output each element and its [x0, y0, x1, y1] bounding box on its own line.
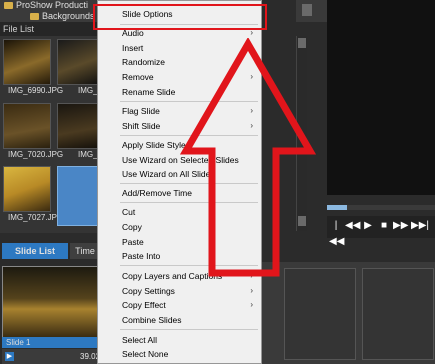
menu-item-label: Copy Settings: [122, 286, 175, 296]
tree-item-proshow[interactable]: ProShow Producti: [4, 0, 88, 11]
tree-item-backgrounds[interactable]: Backgrounds: [30, 11, 95, 22]
skip-to-end-button[interactable]: ▶▶|: [411, 218, 429, 234]
fast-forward-button[interactable]: ▶▶: [393, 218, 408, 234]
menu-item-label: Randomize: [122, 57, 165, 67]
menu-item-copy-settings[interactable]: Copy Settings ›: [98, 284, 261, 298]
menu-item-label: Remove: [122, 72, 154, 82]
slide-thumbnail[interactable]: [2, 266, 100, 338]
tab-timeline[interactable]: Time: [70, 243, 100, 259]
folder-icon: [4, 2, 13, 10]
transport-controls: |◀◀ ◀◀ ▶ ■ ▶▶ ▶▶|: [327, 216, 435, 247]
file-list-panel: IMG_6990.JPG IMG_7 IMG_7020.JPG IMG_7 IM…: [0, 36, 102, 233]
slide-name: Slide 1: [6, 338, 31, 347]
file-thumbnail-selected[interactable]: [57, 166, 101, 226]
empty-slide-slot[interactable]: [362, 268, 434, 360]
file-thumbnail[interactable]: [57, 103, 101, 149]
highlight-box: [93, 4, 267, 30]
tab-slide-list[interactable]: Slide List: [2, 243, 68, 259]
tree-item-label: ProShow Producti: [16, 0, 89, 10]
seek-bar-fill: [327, 205, 347, 210]
annotation-arrow: [180, 38, 316, 277]
menu-item-label: Select All: [122, 335, 157, 345]
file-thumbnail[interactable]: [3, 166, 51, 212]
menu-separator: [120, 329, 258, 330]
up-arrow-icon: [180, 38, 316, 277]
file-name: IMG_7020.JPG: [8, 150, 64, 159]
menu-item-label: Combine Slides: [122, 315, 182, 325]
file-thumbnail[interactable]: [3, 39, 51, 85]
menu-item-label: Select None: [122, 349, 169, 359]
skip-to-start-button[interactable]: |◀◀: [329, 218, 344, 247]
menu-item-label: Copy Effect: [122, 300, 166, 310]
menu-item-combine-slides[interactable]: Combine Slides: [98, 313, 261, 327]
menu-item-label: Paste Into: [122, 251, 161, 261]
menu-item-label: Apply Slide Style: [122, 140, 186, 150]
submenu-arrow-icon: ›: [250, 300, 253, 309]
menu-item-label: Shift Slide: [122, 121, 161, 131]
menu-item-copy-effect[interactable]: Copy Effect ›: [98, 298, 261, 312]
stop-button[interactable]: ■: [377, 218, 391, 234]
menu-item-label: Rename Slide: [122, 87, 176, 97]
menu-item-label: Insert: [122, 43, 144, 53]
submenu-arrow-icon: ›: [250, 286, 253, 295]
slide-tabs: Slide List Time: [0, 243, 100, 259]
folder-tree: ProShow Producti Backgrounds: [0, 0, 100, 22]
file-thumbnail[interactable]: [3, 103, 51, 149]
menu-item-label: Flag Slide: [122, 106, 160, 116]
menu-item-select-none[interactable]: Select None: [98, 347, 261, 361]
menu-item-label: Cut: [122, 207, 136, 217]
tree-item-label: Backgrounds: [42, 11, 95, 21]
play-slide-icon[interactable]: ▶: [5, 352, 14, 361]
menu-item-label: Paste: [122, 237, 144, 247]
file-list-header: File List: [0, 22, 103, 36]
file-name: IMG_7027.JPG: [8, 213, 64, 222]
play-button[interactable]: ▶: [361, 218, 375, 234]
scroll-up-icon[interactable]: [302, 4, 312, 16]
slide-footer: ▶ 39.02: [2, 349, 100, 364]
preview-area: [327, 0, 435, 195]
folder-icon: [30, 13, 39, 21]
preview-toolbar: [296, 0, 327, 22]
rewind-button[interactable]: ◀◀: [345, 218, 360, 234]
file-name: IMG_6990.JPG: [8, 86, 64, 95]
file-thumbnail[interactable]: [57, 39, 101, 85]
slide-label: Slide 1: [2, 337, 100, 348]
menu-item-label: Copy: [122, 222, 142, 232]
menu-item-select-all[interactable]: Select All: [98, 333, 261, 347]
